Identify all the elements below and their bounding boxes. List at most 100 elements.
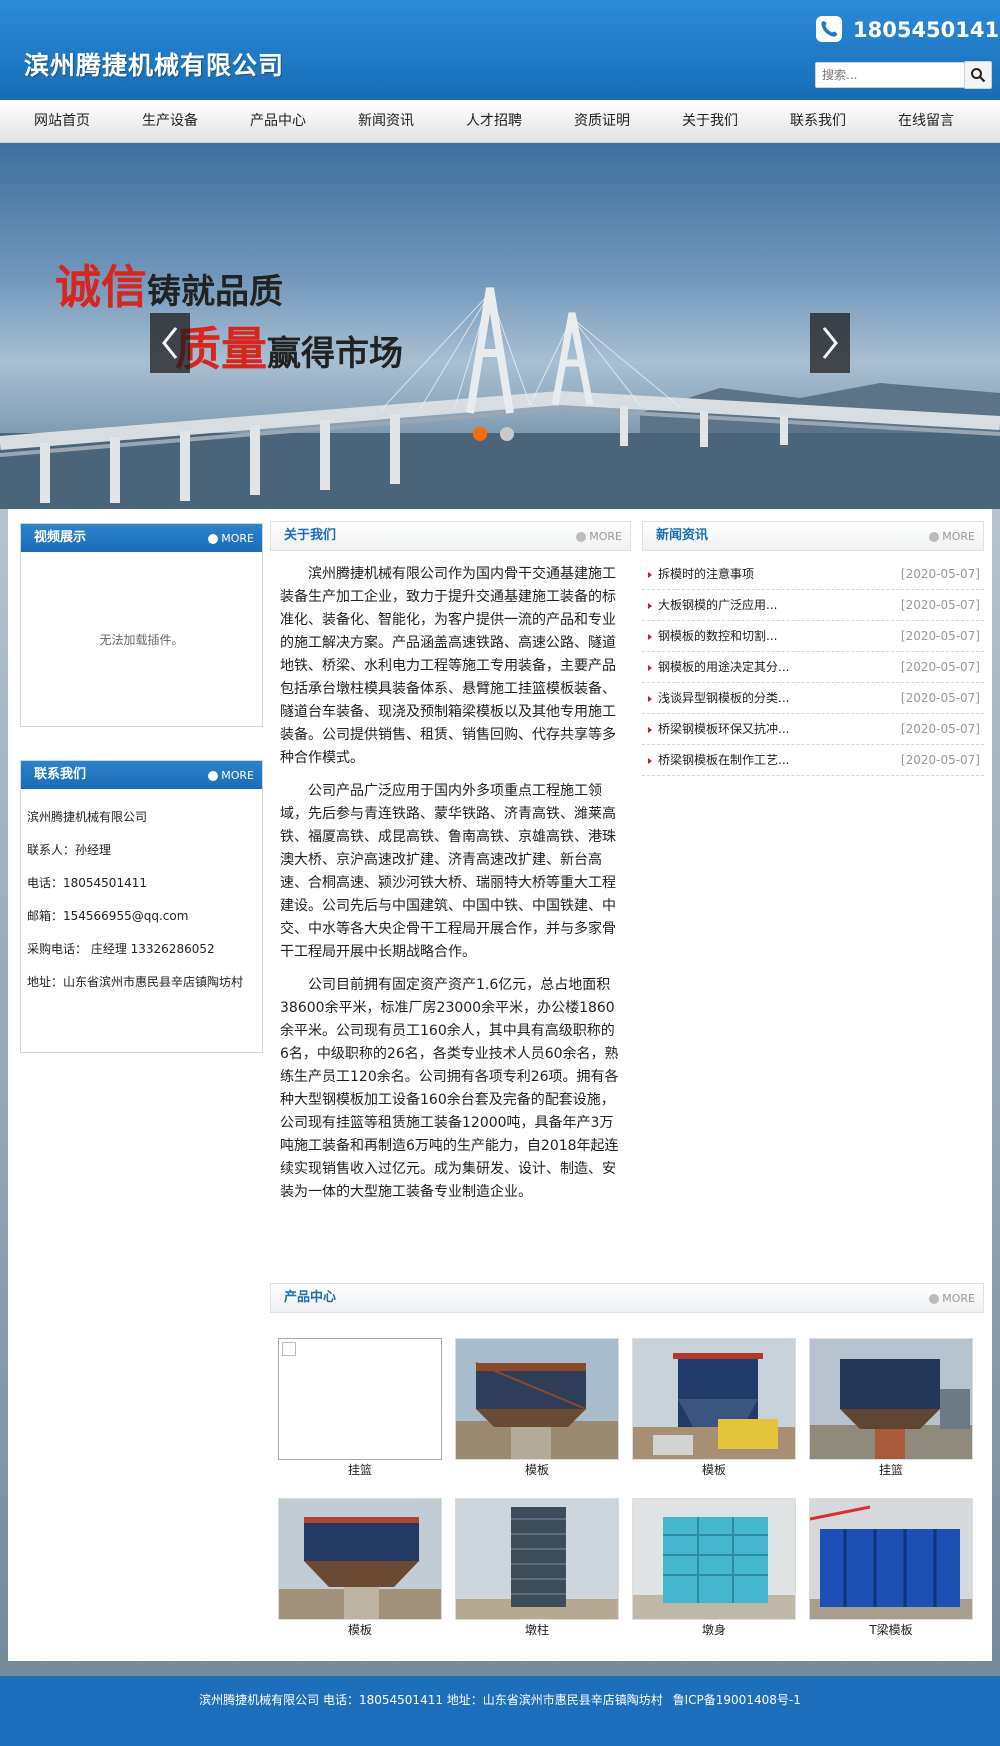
- more-label: MORE: [589, 530, 622, 543]
- product-photo: [456, 1339, 618, 1459]
- contact-more-link[interactable]: MORE: [208, 761, 254, 791]
- slogan-2-end: 市场: [335, 334, 403, 374]
- contact-panel-header: 联系我们 MORE: [21, 761, 262, 789]
- news-item[interactable]: 大板钢模的广泛应用... [2020-05-07]: [642, 590, 984, 621]
- bullet-icon: [648, 758, 652, 764]
- footer-icp-link[interactable]: 鲁ICP备19001408号-1: [673, 1693, 801, 1707]
- more-label: MORE: [221, 769, 254, 782]
- news-more-link[interactable]: MORE: [929, 522, 975, 552]
- news-item[interactable]: 桥梁钢模板在制作工艺... [2020-05-07]: [642, 745, 984, 776]
- news-item[interactable]: 拆模时的注意事项 [2020-05-07]: [642, 559, 984, 590]
- banner-dot-2[interactable]: [500, 427, 514, 441]
- about-paragraph-3: 公司目前拥有固定资产资产1.6亿元，总占地面积38600余平米，标准厂房2300…: [280, 977, 619, 1200]
- contact-address: 地址：山东省滨州市惠民县辛店镇陶坊村: [27, 975, 244, 989]
- search-input[interactable]: [815, 62, 965, 88]
- product-caption[interactable]: 挂篮: [278, 1460, 442, 1480]
- product-image[interactable]: [632, 1338, 796, 1460]
- product-photo: [456, 1499, 618, 1619]
- nav-item-certificates[interactable]: 资质证明: [548, 100, 656, 143]
- banner-slogan-line-1: 诚信铸就品质: [55, 251, 283, 317]
- news-title[interactable]: 大板钢模的广泛应用...: [658, 598, 777, 612]
- product-image[interactable]: [809, 1498, 973, 1620]
- products-more-link[interactable]: MORE: [929, 1284, 975, 1314]
- banner-dot-1[interactable]: [473, 427, 487, 441]
- slogan-2-middle: 赢得: [267, 334, 335, 374]
- product-caption[interactable]: 模板: [632, 1460, 796, 1480]
- product-card[interactable]: 挂篮: [278, 1338, 442, 1480]
- product-card[interactable]: 模板: [632, 1338, 796, 1480]
- nav-item-contact[interactable]: 联系我们: [764, 100, 872, 143]
- product-card[interactable]: 模板: [455, 1338, 619, 1480]
- nav-item-home[interactable]: 网站首页: [8, 100, 116, 143]
- search-button[interactable]: [964, 61, 992, 89]
- site-header: 滨州腾捷机械有限公司 18054501411: [0, 0, 1000, 100]
- product-caption[interactable]: 挂篮: [809, 1460, 973, 1480]
- news-title[interactable]: 拆模时的注意事项: [658, 567, 754, 581]
- nav-item-equipment[interactable]: 生产设备: [116, 100, 224, 143]
- product-card[interactable]: 挂篮: [809, 1338, 973, 1480]
- product-caption[interactable]: 墩身: [632, 1620, 796, 1640]
- product-image[interactable]: [455, 1338, 619, 1460]
- product-image[interactable]: [278, 1498, 442, 1620]
- banner-slogan-line-2: 质量赢得市场: [175, 313, 403, 379]
- more-icon: [208, 534, 219, 544]
- product-caption[interactable]: 模板: [278, 1620, 442, 1640]
- product-image[interactable]: [632, 1498, 796, 1620]
- search-icon: [971, 68, 986, 83]
- product-caption[interactable]: 模板: [455, 1460, 619, 1480]
- banner-prev-button[interactable]: [150, 313, 190, 373]
- site-footer: 滨州腾捷机械有限公司 电话：18054501411 地址：山东省滨州市惠民县辛店…: [0, 1676, 1000, 1746]
- more-icon: [208, 771, 219, 781]
- banner-next-button[interactable]: [810, 313, 850, 373]
- news-title[interactable]: 桥梁钢模板在制作工艺...: [658, 753, 789, 767]
- about-panel-header: 关于我们 MORE: [270, 521, 631, 551]
- news-title[interactable]: 钢模板的用途决定其分...: [658, 660, 789, 674]
- nav-item-jobs[interactable]: 人才招聘: [440, 100, 548, 143]
- products-panel: 产品中心 MORE: [270, 1283, 984, 1313]
- product-card[interactable]: 墩柱: [455, 1498, 619, 1640]
- about-text: 滨州腾捷机械有限公司作为国内骨干交通基建施工装备生产加工企业，致力于提升交通基建…: [270, 551, 631, 1204]
- product-image[interactable]: [278, 1338, 442, 1460]
- product-card[interactable]: 模板: [278, 1498, 442, 1640]
- product-image[interactable]: [455, 1498, 619, 1620]
- video-more-link[interactable]: MORE: [208, 524, 254, 554]
- news-item[interactable]: 钢模板的数控和切割... [2020-05-07]: [642, 621, 984, 652]
- news-date: [2020-05-07]: [900, 691, 980, 705]
- about-paragraph-2: 公司产品广泛应用于国内外多项重点工程施工领域，先后参与青连铁路、蒙华铁路、济青高…: [280, 783, 616, 960]
- product-photo: [633, 1499, 795, 1619]
- product-caption[interactable]: 墩柱: [455, 1620, 619, 1640]
- company-logo[interactable]: 滨州腾捷机械有限公司: [24, 46, 284, 82]
- chevron-left-icon: [162, 327, 178, 359]
- about-more-link[interactable]: MORE: [576, 522, 622, 552]
- contact-panel-title: 联系我们: [34, 767, 87, 782]
- product-card[interactable]: T梁模板: [809, 1498, 973, 1640]
- nav-item-about[interactable]: 关于我们: [656, 100, 764, 143]
- slogan-1-rest: 铸就品质: [147, 272, 283, 312]
- nav-item-message[interactable]: 在线留言: [872, 100, 980, 143]
- bullet-icon: [648, 603, 652, 609]
- more-icon: [929, 1294, 940, 1304]
- news-date: [2020-05-07]: [900, 660, 980, 674]
- nav-item-news[interactable]: 新闻资讯: [332, 100, 440, 143]
- main-nav: 网站首页 生产设备 产品中心 新闻资讯 人才招聘 资质证明 关于我们 联系我们 …: [0, 100, 1000, 143]
- news-item[interactable]: 浅谈异型钢模板的分类... [2020-05-07]: [642, 683, 984, 714]
- slogan-1-highlight: 诚信: [55, 260, 147, 314]
- product-card[interactable]: 墩身: [632, 1498, 796, 1640]
- news-item[interactable]: 桥梁钢模板环保又抗冲... [2020-05-07]: [642, 714, 984, 745]
- news-title[interactable]: 钢模板的数控和切割...: [658, 629, 777, 643]
- news-title[interactable]: 桥梁钢模板环保又抗冲...: [658, 722, 789, 736]
- bullet-icon: [648, 572, 652, 578]
- news-panel-header: 新闻资讯 MORE: [642, 521, 984, 551]
- nav-item-products[interactable]: 产品中心: [224, 100, 332, 143]
- news-title[interactable]: 浅谈异型钢模板的分类...: [658, 691, 789, 705]
- bullet-icon: [648, 634, 652, 640]
- more-icon: [576, 532, 587, 542]
- news-item[interactable]: 钢模板的用途决定其分... [2020-05-07]: [642, 652, 984, 683]
- product-image[interactable]: [809, 1338, 973, 1460]
- products-panel-title: 产品中心: [284, 1290, 337, 1305]
- product-caption[interactable]: T梁模板: [809, 1620, 973, 1640]
- contact-phone: 电话：18054501411: [27, 876, 147, 890]
- about-panel-title: 关于我们: [284, 528, 337, 543]
- contact-purchase-phone: 采购电话： 庄经理 13326286052: [27, 942, 215, 956]
- bullet-icon: [648, 696, 652, 702]
